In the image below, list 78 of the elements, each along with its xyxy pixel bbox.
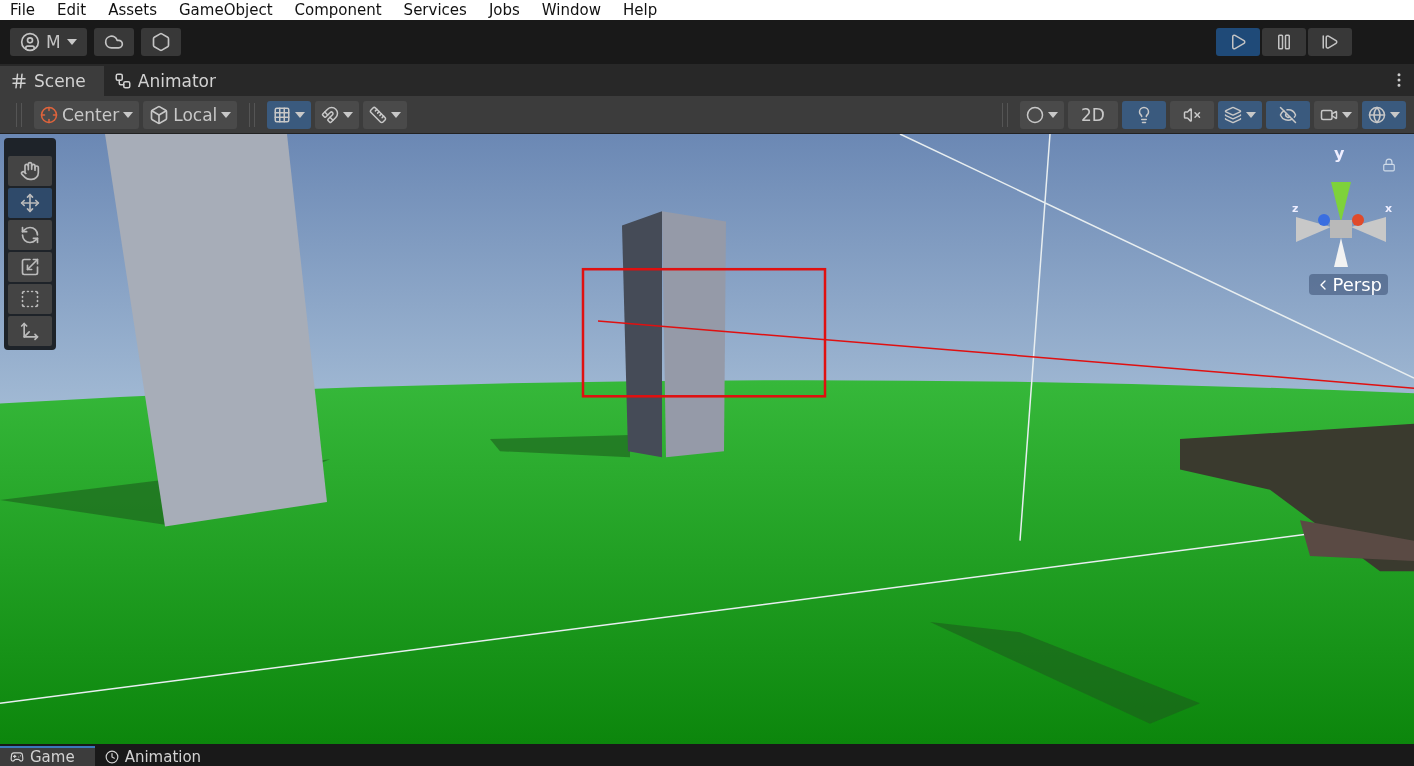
- effects-button[interactable]: [1218, 100, 1262, 129]
- user-icon: [20, 32, 40, 52]
- pivot-dropdown[interactable]: Center: [34, 100, 140, 129]
- circle-icon: [1026, 105, 1044, 124]
- hand-tool-button[interactable]: [8, 156, 52, 186]
- caret-icon: [343, 111, 354, 118]
- move-icon: [20, 193, 40, 213]
- globe-icon: [1368, 105, 1386, 124]
- space-dropdown[interactable]: Local: [143, 100, 238, 129]
- scale-tool-button[interactable]: [8, 252, 52, 282]
- transform-icon: [20, 321, 40, 341]
- rect-icon: [20, 289, 40, 309]
- layers-icon: [1224, 105, 1242, 124]
- grid-button[interactable]: [267, 100, 312, 129]
- menu-item[interactable]: Jobs: [488, 1, 520, 19]
- pause-button[interactable]: [1262, 28, 1306, 56]
- pause-icon: [1275, 33, 1293, 51]
- tab[interactable]: Animator: [103, 66, 234, 96]
- move-tool-button[interactable]: [8, 188, 52, 218]
- collab-button[interactable]: [140, 28, 181, 56]
- tab[interactable]: Scene: [0, 66, 104, 96]
- caret-icon: [1390, 111, 1400, 118]
- tab[interactable]: Animation: [94, 746, 222, 766]
- gamepad-icon: [10, 750, 24, 764]
- menu-item[interactable]: Edit: [57, 1, 87, 19]
- hash-icon: [10, 72, 28, 90]
- play-icon: [1229, 33, 1247, 51]
- branch-icon: [113, 72, 132, 90]
- caret-icon: [1048, 111, 1058, 118]
- grid-icon: [273, 105, 292, 124]
- lighting-button[interactable]: [1122, 100, 1166, 129]
- menu-item[interactable]: Help: [622, 1, 658, 19]
- pivot-icon: [40, 105, 58, 124]
- camera-button[interactable]: [1314, 100, 1358, 129]
- scale-icon: [20, 257, 40, 277]
- rotate-icon: [20, 225, 40, 245]
- caret-icon: [391, 111, 402, 118]
- menu-item[interactable]: File: [10, 1, 36, 19]
- hand-icon: [20, 161, 40, 181]
- visibility-button[interactable]: [1266, 100, 1310, 129]
- eye-off-icon: [1279, 105, 1297, 124]
- snap-button[interactable]: [315, 100, 360, 129]
- menu-item[interactable]: Window: [541, 1, 601, 19]
- account-button[interactable]: M: [10, 28, 87, 56]
- rect-tool-button[interactable]: [8, 284, 52, 314]
- projection-toggle[interactable]: Persp: [1308, 274, 1388, 295]
- menu-item[interactable]: GameObject: [179, 1, 273, 19]
- shading-button[interactable]: [1020, 100, 1064, 129]
- caret-icon: [1246, 111, 1256, 118]
- step-button[interactable]: [1308, 28, 1352, 56]
- tab[interactable]: Game: [0, 746, 95, 766]
- caret-icon: [1342, 111, 1352, 118]
- mute-icon: [1183, 105, 1201, 124]
- caret-icon: [66, 39, 77, 45]
- cube-icon: [149, 104, 170, 125]
- flat-button[interactable]: 2D: [1068, 100, 1118, 129]
- transform-tool-button[interactable]: [8, 316, 52, 346]
- ruler-icon: [369, 105, 388, 124]
- step-icon: [1321, 33, 1339, 51]
- menu-item[interactable]: Component: [294, 1, 382, 19]
- gizmos-button[interactable]: [1362, 100, 1406, 129]
- magnet-icon: [321, 105, 340, 124]
- cloud-button[interactable]: [93, 28, 134, 56]
- axis-label: x: [1384, 202, 1392, 215]
- menu-item[interactable]: Assets: [108, 1, 157, 19]
- caret-icon: [221, 111, 232, 118]
- menu-item[interactable]: Services: [403, 1, 467, 19]
- caret-icon: [123, 111, 134, 118]
- axis-label: z: [1292, 202, 1299, 215]
- axis-label: y: [1334, 144, 1345, 163]
- cloud-icon: [103, 32, 124, 52]
- audio-button[interactable]: [1170, 100, 1214, 129]
- increment-button[interactable]: [363, 100, 408, 129]
- rotate-tool-button[interactable]: [8, 220, 52, 250]
- clock-icon: [104, 750, 119, 764]
- caret-icon: [295, 111, 306, 118]
- play-button[interactable]: [1216, 28, 1260, 56]
- hexagon-icon: [150, 32, 171, 52]
